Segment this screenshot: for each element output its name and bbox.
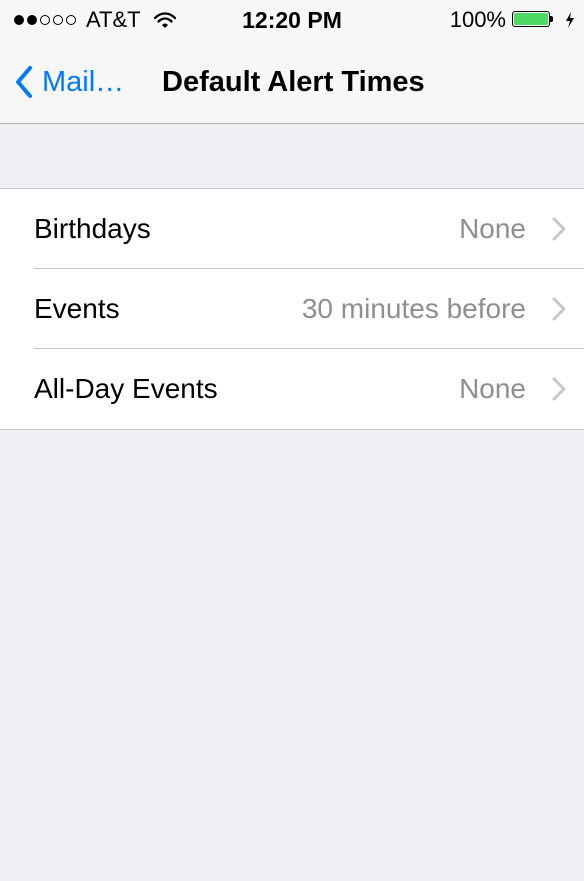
row-value: 30 minutes before — [301, 293, 526, 324]
back-label: Mail… — [42, 65, 125, 98]
events-row[interactable]: Events 30 minutes before — [0, 269, 584, 349]
top-bar: AT&T 12:20 PM 100% Mail… Default Alert T… — [0, 0, 584, 124]
birthdays-row[interactable]: Birthdays None — [0, 189, 584, 269]
row-value: None — [459, 213, 526, 244]
chevron-right-icon — [552, 217, 566, 241]
chevron-right-icon — [552, 297, 566, 321]
chevron-left-icon — [16, 66, 32, 98]
row-value: None — [459, 373, 526, 404]
back-button[interactable]: Mail… — [14, 56, 124, 108]
default-alert-times-screen: AT&T 12:20 PM 100% Mail… Default Alert T… — [0, 0, 584, 881]
battery-status: 100% — [450, 0, 576, 40]
alert-times-list: Birthdays None Events 30 minutes before … — [0, 188, 584, 430]
row-label: Events — [34, 293, 120, 324]
status-bar: AT&T 12:20 PM 100% — [0, 0, 584, 40]
chevron-right-icon — [552, 377, 566, 401]
row-label: Birthdays — [34, 213, 151, 244]
battery-level-fill — [514, 13, 548, 25]
charging-icon — [566, 12, 574, 28]
battery-icon — [512, 11, 556, 29]
page-title: Default Alert Times — [162, 66, 425, 98]
row-label: All-Day Events — [34, 373, 218, 404]
battery-percentage: 100% — [449, 7, 506, 32]
all-day-events-row[interactable]: All-Day Events None — [0, 349, 584, 429]
section-spacer — [0, 124, 584, 188]
navigation-bar: Mail… Default Alert Times — [0, 40, 584, 124]
battery-tip — [550, 16, 553, 22]
